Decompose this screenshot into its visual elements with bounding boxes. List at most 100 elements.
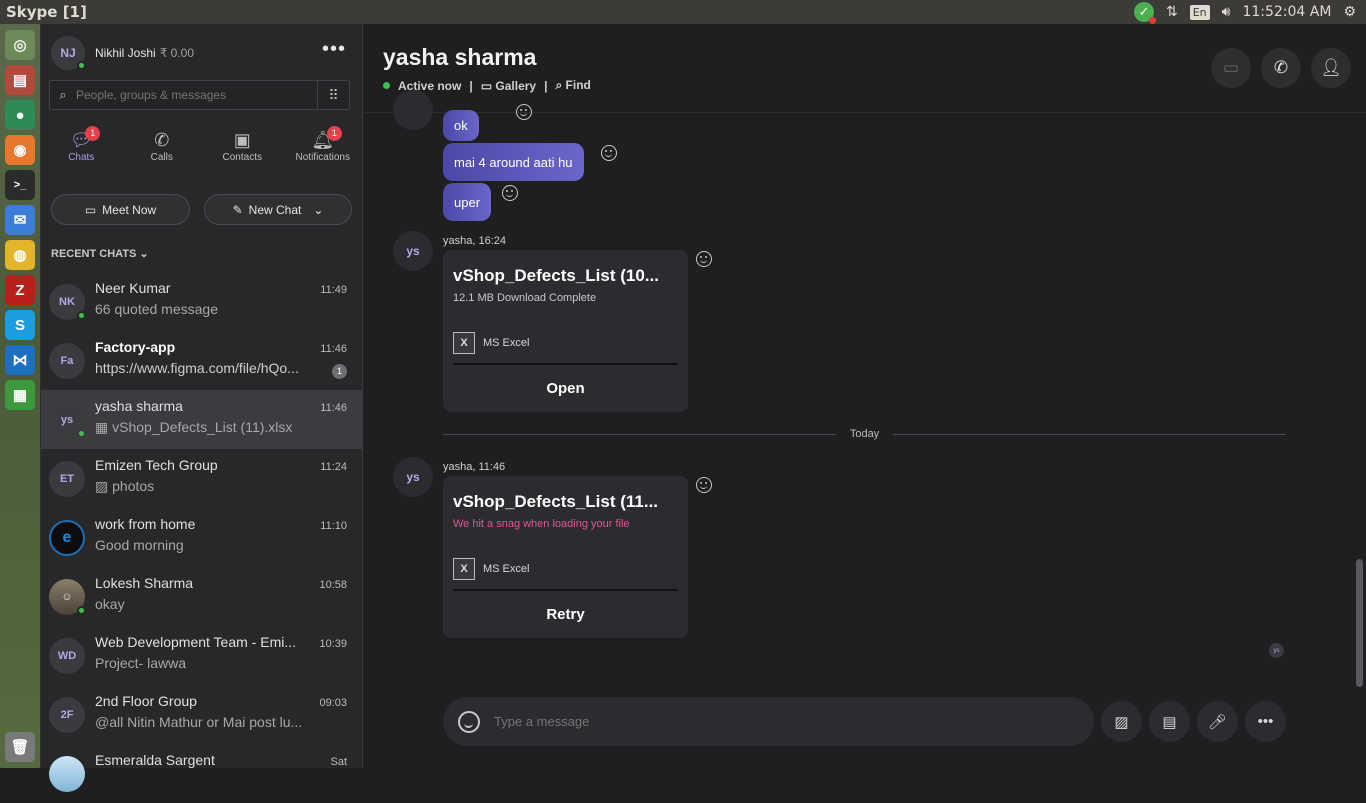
chat-item-work-from-home[interactable]: e work from home Good morning 11:10 [41, 508, 363, 567]
emoji-icon[interactable] [458, 710, 480, 733]
file-name[interactable]: vShop_Defects_List (11... [453, 492, 675, 512]
reaction-icon[interactable] [696, 251, 712, 267]
system-settings-icon[interactable]: ⚙ [1343, 4, 1356, 20]
chat-item-yasha-sharma[interactable]: ys yasha sharma ▦ vShop_Defects_List (11… [41, 390, 363, 449]
day-separator: Today [443, 428, 1287, 440]
dialpad-icon[interactable]: ⠿ [317, 80, 349, 110]
chrome-icon[interactable]: ◍ [5, 240, 35, 270]
app-green-icon[interactable]: ● [5, 100, 35, 130]
add-people-button[interactable]: 👤︎ [1311, 48, 1351, 88]
dash-icon[interactable]: ◎ [5, 30, 35, 60]
search-icon: ⌕ [555, 78, 563, 92]
file-status: 12.1 MB Download Complete [453, 292, 597, 304]
online-status-dot [77, 61, 86, 70]
chat-item-neer-kumar[interactable]: NK Neer Kumar 66 quoted message 11:49 [41, 272, 363, 331]
chat-time: 11:46 [320, 402, 347, 414]
video-icon: ▭ [1222, 58, 1240, 77]
more-options-button[interactable]: ••• [1245, 701, 1286, 742]
update-check-icon[interactable]: ✓ [1133, 2, 1156, 24]
microphone-icon: 🎤︎ [1207, 713, 1228, 731]
reaction-icon[interactable] [601, 145, 617, 161]
network-icon[interactable]: ⇅ [1166, 4, 1178, 20]
share-contact-button[interactable]: ▤ [1149, 701, 1190, 742]
file-type: X MS Excel [453, 332, 529, 354]
avatar: 2F [49, 697, 85, 733]
skype-icon[interactable]: S [5, 310, 35, 340]
chat-item-web-development-team[interactable]: WD Web Development Team - Emi... Project… [41, 626, 363, 685]
chat-preview: 66 quoted message [95, 301, 218, 317]
search-input[interactable] [76, 88, 317, 102]
share-media-button[interactable]: ▨ [1101, 701, 1142, 742]
profile[interactable]: NJ Nikhil Joshi ₹ 0.00 [51, 36, 194, 70]
chat-item-2nd-floor-group[interactable]: 2F 2nd Floor Group @all Nitin Mathur or … [41, 685, 363, 744]
chat-time: 11:24 [320, 461, 347, 473]
chat-item-emizen-tech-group[interactable]: ET Emizen Tech Group ▨ photos 11:24 [41, 449, 363, 508]
tab-contacts[interactable]: ▣ Contacts [202, 128, 283, 163]
audio-call-button[interactable]: ✆ [1261, 48, 1301, 88]
chat-name: work from home [95, 516, 196, 532]
excel-file-icon: X [453, 332, 475, 354]
tab-calls[interactable]: ✆ Calls [122, 128, 203, 163]
tab-notifications[interactable]: 🔔︎ 1 Notifications [283, 126, 364, 163]
chat-name: Web Development Team - Emi... [95, 634, 297, 650]
keyboard-layout-indicator[interactable]: En [1189, 4, 1210, 20]
chat-name: Esmeralda Sargent [95, 752, 215, 768]
message-meta: yasha, 16:24 [443, 235, 506, 247]
scrollbar[interactable] [1356, 559, 1363, 687]
voice-message-button[interactable]: 🎤︎ [1197, 701, 1238, 742]
group-avatar-image: e [49, 520, 85, 556]
window-title: Skype [1] [6, 3, 87, 21]
os-top-panel: Skype [1] ✓ ⇅ En 🔊︎ 11:52:04 AM ⚙ [0, 0, 1366, 24]
profile-name[interactable]: Nikhil Joshi ₹ 0.00 [95, 46, 194, 60]
chat-preview: @all Nitin Mathur or Mai post lu... [95, 714, 303, 730]
recent-chats-header[interactable]: RECENT CHATS ⌄ [51, 247, 149, 260]
gallery-link[interactable]: ▭ Gallery [481, 79, 536, 93]
clock[interactable]: 11:52:04 AM [1242, 4, 1331, 20]
new-chat-button[interactable]: ✎ New Chat ⌄ [204, 194, 352, 225]
open-file-button[interactable]: Open [443, 365, 688, 412]
file-card: vShop_Defects_List (10... 12.1 MB Downlo… [443, 250, 688, 412]
vscode-icon[interactable]: ⋈ [5, 345, 35, 375]
video-call-button[interactable]: ▭ [1211, 48, 1251, 88]
online-status-dot [77, 606, 86, 615]
chat-item-esmeralda-sargent[interactable]: Esmeralda Sargent Sat [41, 744, 363, 803]
firefox-icon[interactable]: ◉ [5, 135, 35, 165]
volume-icon[interactable]: 🔊︎ [1222, 4, 1231, 20]
unread-badge: 1 [332, 364, 347, 379]
search-bar: ⌕ ⠿ [49, 80, 350, 110]
message-bubble[interactable]: ok [443, 110, 479, 141]
filezilla-icon[interactable]: Z [5, 275, 35, 305]
chat-time: 10:39 [319, 638, 347, 650]
file-name[interactable]: vShop_Defects_List (10... [453, 266, 675, 286]
more-options-icon[interactable]: ••• [322, 38, 346, 61]
gallery-icon: ▭ [480, 78, 493, 93]
chevron-down-icon: ⌄ [313, 202, 324, 217]
chat-item-lokesh-sharma[interactable]: ☺ Lokesh Sharma okay 10:58 [41, 567, 363, 626]
files-icon[interactable]: ▤ [5, 65, 35, 95]
spreadsheet-icon[interactable]: ▦ [5, 380, 35, 410]
chat-list: NK Neer Kumar 66 quoted message 11:49 Fa… [41, 272, 363, 803]
reaction-icon[interactable] [696, 477, 712, 493]
conversation-title[interactable]: yasha sharma [383, 44, 536, 71]
find-link[interactable]: ⌕ Find [555, 78, 590, 93]
terminal-icon[interactable]: >_ [5, 170, 35, 200]
video-icon: ▭ [84, 202, 97, 217]
retry-button[interactable]: Retry [443, 591, 688, 638]
tab-chats[interactable]: 💬︎ 1 Chats [41, 126, 122, 163]
avatar: ys [393, 231, 433, 271]
chat-name: yasha sharma [95, 398, 183, 414]
os-launcher: ◎ ▤ ● ◉ >_ ✉ ◍ Z S ⋈ ▦ 🗑︎ [0, 24, 41, 768]
message-bubble[interactable]: mai 4 around aati hu [443, 143, 584, 181]
meet-now-button[interactable]: ▭ Meet Now [51, 194, 190, 225]
message-input[interactable] [494, 714, 1094, 729]
reaction-icon[interactable] [516, 104, 532, 120]
trash-icon[interactable]: 🗑︎ [5, 732, 35, 762]
message-bubble[interactable]: uper [443, 183, 492, 221]
reaction-icon[interactable] [502, 185, 518, 201]
thunderbird-icon[interactable]: ✉ [5, 205, 35, 235]
header-divider [363, 112, 1366, 113]
credit-balance: ₹ 0.00 [159, 46, 195, 60]
chat-item-factory-app[interactable]: Fa Factory-app https://www.figma.com/fil… [41, 331, 363, 390]
chat-preview: https://www.figma.com/file/hQo... [95, 360, 299, 376]
avatar[interactable]: NJ [51, 36, 86, 70]
